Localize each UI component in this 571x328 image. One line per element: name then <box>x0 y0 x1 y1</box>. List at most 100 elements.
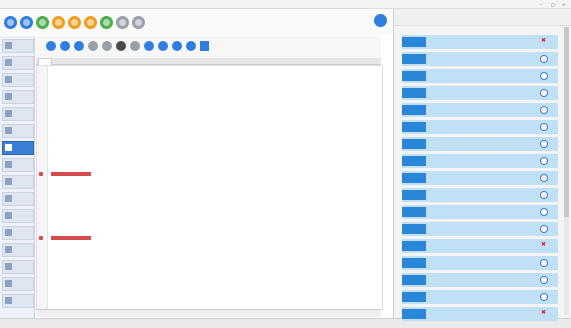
action-button[interactable] <box>402 54 426 64</box>
list-item[interactable] <box>402 307 558 321</box>
right-panel <box>393 9 571 321</box>
action-button[interactable] <box>402 190 426 200</box>
list-item[interactable] <box>402 35 558 49</box>
redo-icon[interactable] <box>102 41 112 51</box>
stop-icon[interactable] <box>88 41 98 51</box>
connect-icon[interactable] <box>4 16 17 29</box>
list-item[interactable] <box>402 256 558 270</box>
pause-icon[interactable] <box>52 16 65 29</box>
status-ok-icon <box>540 208 548 216</box>
sidebar-item-2[interactable] <box>2 56 34 70</box>
code-line[interactable] <box>51 172 91 177</box>
maximize-button[interactable]: □ <box>551 2 555 7</box>
sync-icon-glyph <box>23 19 30 26</box>
forward-icon[interactable] <box>60 41 70 51</box>
record-icon[interactable] <box>74 41 84 51</box>
breakpoint-marker[interactable] <box>39 236 43 241</box>
list-item[interactable] <box>402 103 558 117</box>
sidebar-item-8[interactable] <box>2 158 34 172</box>
sidebar-item-12[interactable] <box>2 226 34 240</box>
sidebar-item-icon <box>5 263 12 270</box>
list-item[interactable] <box>402 171 558 185</box>
right-panel-header <box>394 9 571 26</box>
record-icon[interactable] <box>84 16 97 29</box>
code-line[interactable] <box>51 236 91 241</box>
sidebar-item-7[interactable] <box>2 141 34 155</box>
scroll-thumb[interactable] <box>564 27 569 217</box>
status-ok-icon <box>540 157 548 165</box>
minimize-button[interactable]: – <box>540 2 542 7</box>
close-button[interactable]: × <box>562 2 565 7</box>
check-icon[interactable] <box>100 16 113 29</box>
action-button[interactable] <box>402 139 426 149</box>
sidebar-item-10[interactable] <box>2 192 34 206</box>
globe-icon[interactable] <box>374 14 387 27</box>
sidebar-item-6[interactable] <box>2 124 34 138</box>
action-button[interactable] <box>402 224 426 234</box>
status-ok-icon <box>540 89 548 97</box>
power-icon[interactable] <box>132 16 145 29</box>
action-button[interactable] <box>402 258 426 268</box>
save-icon[interactable] <box>200 41 209 51</box>
list-item[interactable] <box>402 222 558 236</box>
action-button[interactable] <box>402 309 426 319</box>
sidebar-item-icon <box>5 246 12 253</box>
sidebar-item-3[interactable] <box>2 73 34 87</box>
paste-icon[interactable] <box>158 41 168 51</box>
sidebar-item-11[interactable] <box>2 209 34 223</box>
sidebar-item-16[interactable] <box>2 294 34 308</box>
action-button[interactable] <box>402 88 426 98</box>
sidebar-item-icon <box>5 42 12 49</box>
sidebar-item-1[interactable] <box>2 39 34 53</box>
list-item[interactable] <box>402 69 558 83</box>
right-scrollbar[interactable] <box>564 27 569 315</box>
action-button[interactable] <box>402 71 426 81</box>
list-item[interactable] <box>402 239 558 253</box>
refresh-icon[interactable] <box>172 41 182 51</box>
list-item[interactable] <box>402 188 558 202</box>
sidebar-item-icon <box>5 93 12 100</box>
sidebar-item-5[interactable] <box>2 107 34 121</box>
action-button[interactable] <box>402 173 426 183</box>
sidebar-item-14[interactable] <box>2 260 34 274</box>
action-button[interactable] <box>402 275 426 285</box>
breakpoint-marker[interactable] <box>39 172 43 177</box>
action-button[interactable] <box>402 207 426 217</box>
status-ok-icon <box>540 225 548 233</box>
action-button[interactable] <box>402 241 426 251</box>
code-editor[interactable] <box>36 65 383 310</box>
sidebar-item-13[interactable] <box>2 243 34 257</box>
list-item[interactable] <box>402 154 558 168</box>
list-item[interactable] <box>402 205 558 219</box>
cut-icon[interactable] <box>130 41 140 51</box>
sidebar-item-9[interactable] <box>2 175 34 189</box>
sidebar-item-icon <box>5 161 12 168</box>
copy-icon[interactable] <box>144 41 154 51</box>
check-icon-glyph <box>103 19 110 26</box>
main-toolbar <box>0 9 392 35</box>
run-icon[interactable] <box>36 16 49 29</box>
action-button[interactable] <box>402 292 426 302</box>
run-icon-glyph <box>39 19 46 26</box>
status-error-icon <box>540 37 548 46</box>
action-button[interactable] <box>402 37 426 47</box>
list-item[interactable] <box>402 137 558 151</box>
action-button[interactable] <box>402 105 426 115</box>
action-button[interactable] <box>402 156 426 166</box>
tab-main[interactable] <box>38 58 52 65</box>
sync-icon[interactable] <box>20 16 33 29</box>
list-item[interactable] <box>402 120 558 134</box>
list-item[interactable] <box>402 86 558 100</box>
sidebar-item-15[interactable] <box>2 277 34 291</box>
editor-tabs <box>36 58 381 65</box>
camera-icon[interactable] <box>186 41 196 51</box>
action-button[interactable] <box>402 122 426 132</box>
back-icon[interactable] <box>46 41 56 51</box>
list-item[interactable] <box>402 290 558 304</box>
sidebar-item-4[interactable] <box>2 90 34 104</box>
alarm-icon[interactable] <box>68 16 81 29</box>
list-item[interactable] <box>402 273 558 287</box>
list-item[interactable] <box>402 52 558 66</box>
zoom-icon[interactable] <box>116 41 126 51</box>
gear-icon[interactable] <box>116 16 129 29</box>
